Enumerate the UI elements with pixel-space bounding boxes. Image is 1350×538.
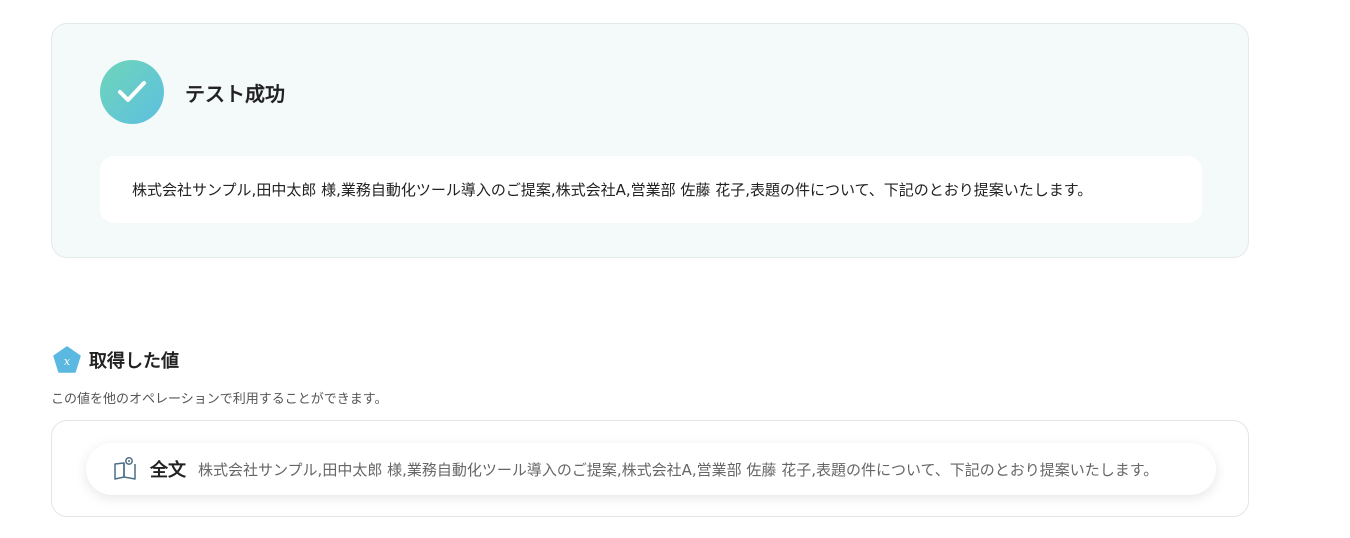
svg-text:x: x [64,355,71,368]
test-success-title: テスト成功 [185,82,285,106]
acquired-values-title: 取得した値 [89,350,179,372]
acquired-values-header: x 取得した値 [53,346,179,373]
acquired-values-description: この値を他のオペレーションで利用することができます。 [51,392,388,407]
test-success-card: テスト成功 株式会社サンプル,田中太郎 様,業務自動化ツール導入のご提案,株式会… [51,23,1249,258]
variable-pentagon-icon: x [53,346,81,373]
acquired-values-card: 全文 株式会社サンプル,田中太郎 様,業務自動化ツール導入のご提案,株式会社A,… [51,420,1249,517]
test-output-box: 株式会社サンプル,田中太郎 様,業務自動化ツール導入のご提案,株式会社A,営業部… [100,156,1202,223]
value-item-text: 株式会社サンプル,田中太郎 様,業務自動化ツール導入のご提案,株式会社A,営業部… [198,460,1159,479]
page: テスト成功 株式会社サンプル,田中太郎 様,業務自動化ツール導入のご提案,株式会… [0,0,1350,538]
test-output-text: 株式会社サンプル,田中太郎 様,業務自動化ツール導入のご提案,株式会社A,営業部… [132,181,1093,199]
value-item-full-text[interactable]: 全文 株式会社サンプル,田中太郎 様,業務自動化ツール導入のご提案,株式会社A,… [86,443,1216,495]
check-icon [100,60,164,124]
value-item-label: 全文 [150,460,186,481]
book-icon [114,457,136,480]
